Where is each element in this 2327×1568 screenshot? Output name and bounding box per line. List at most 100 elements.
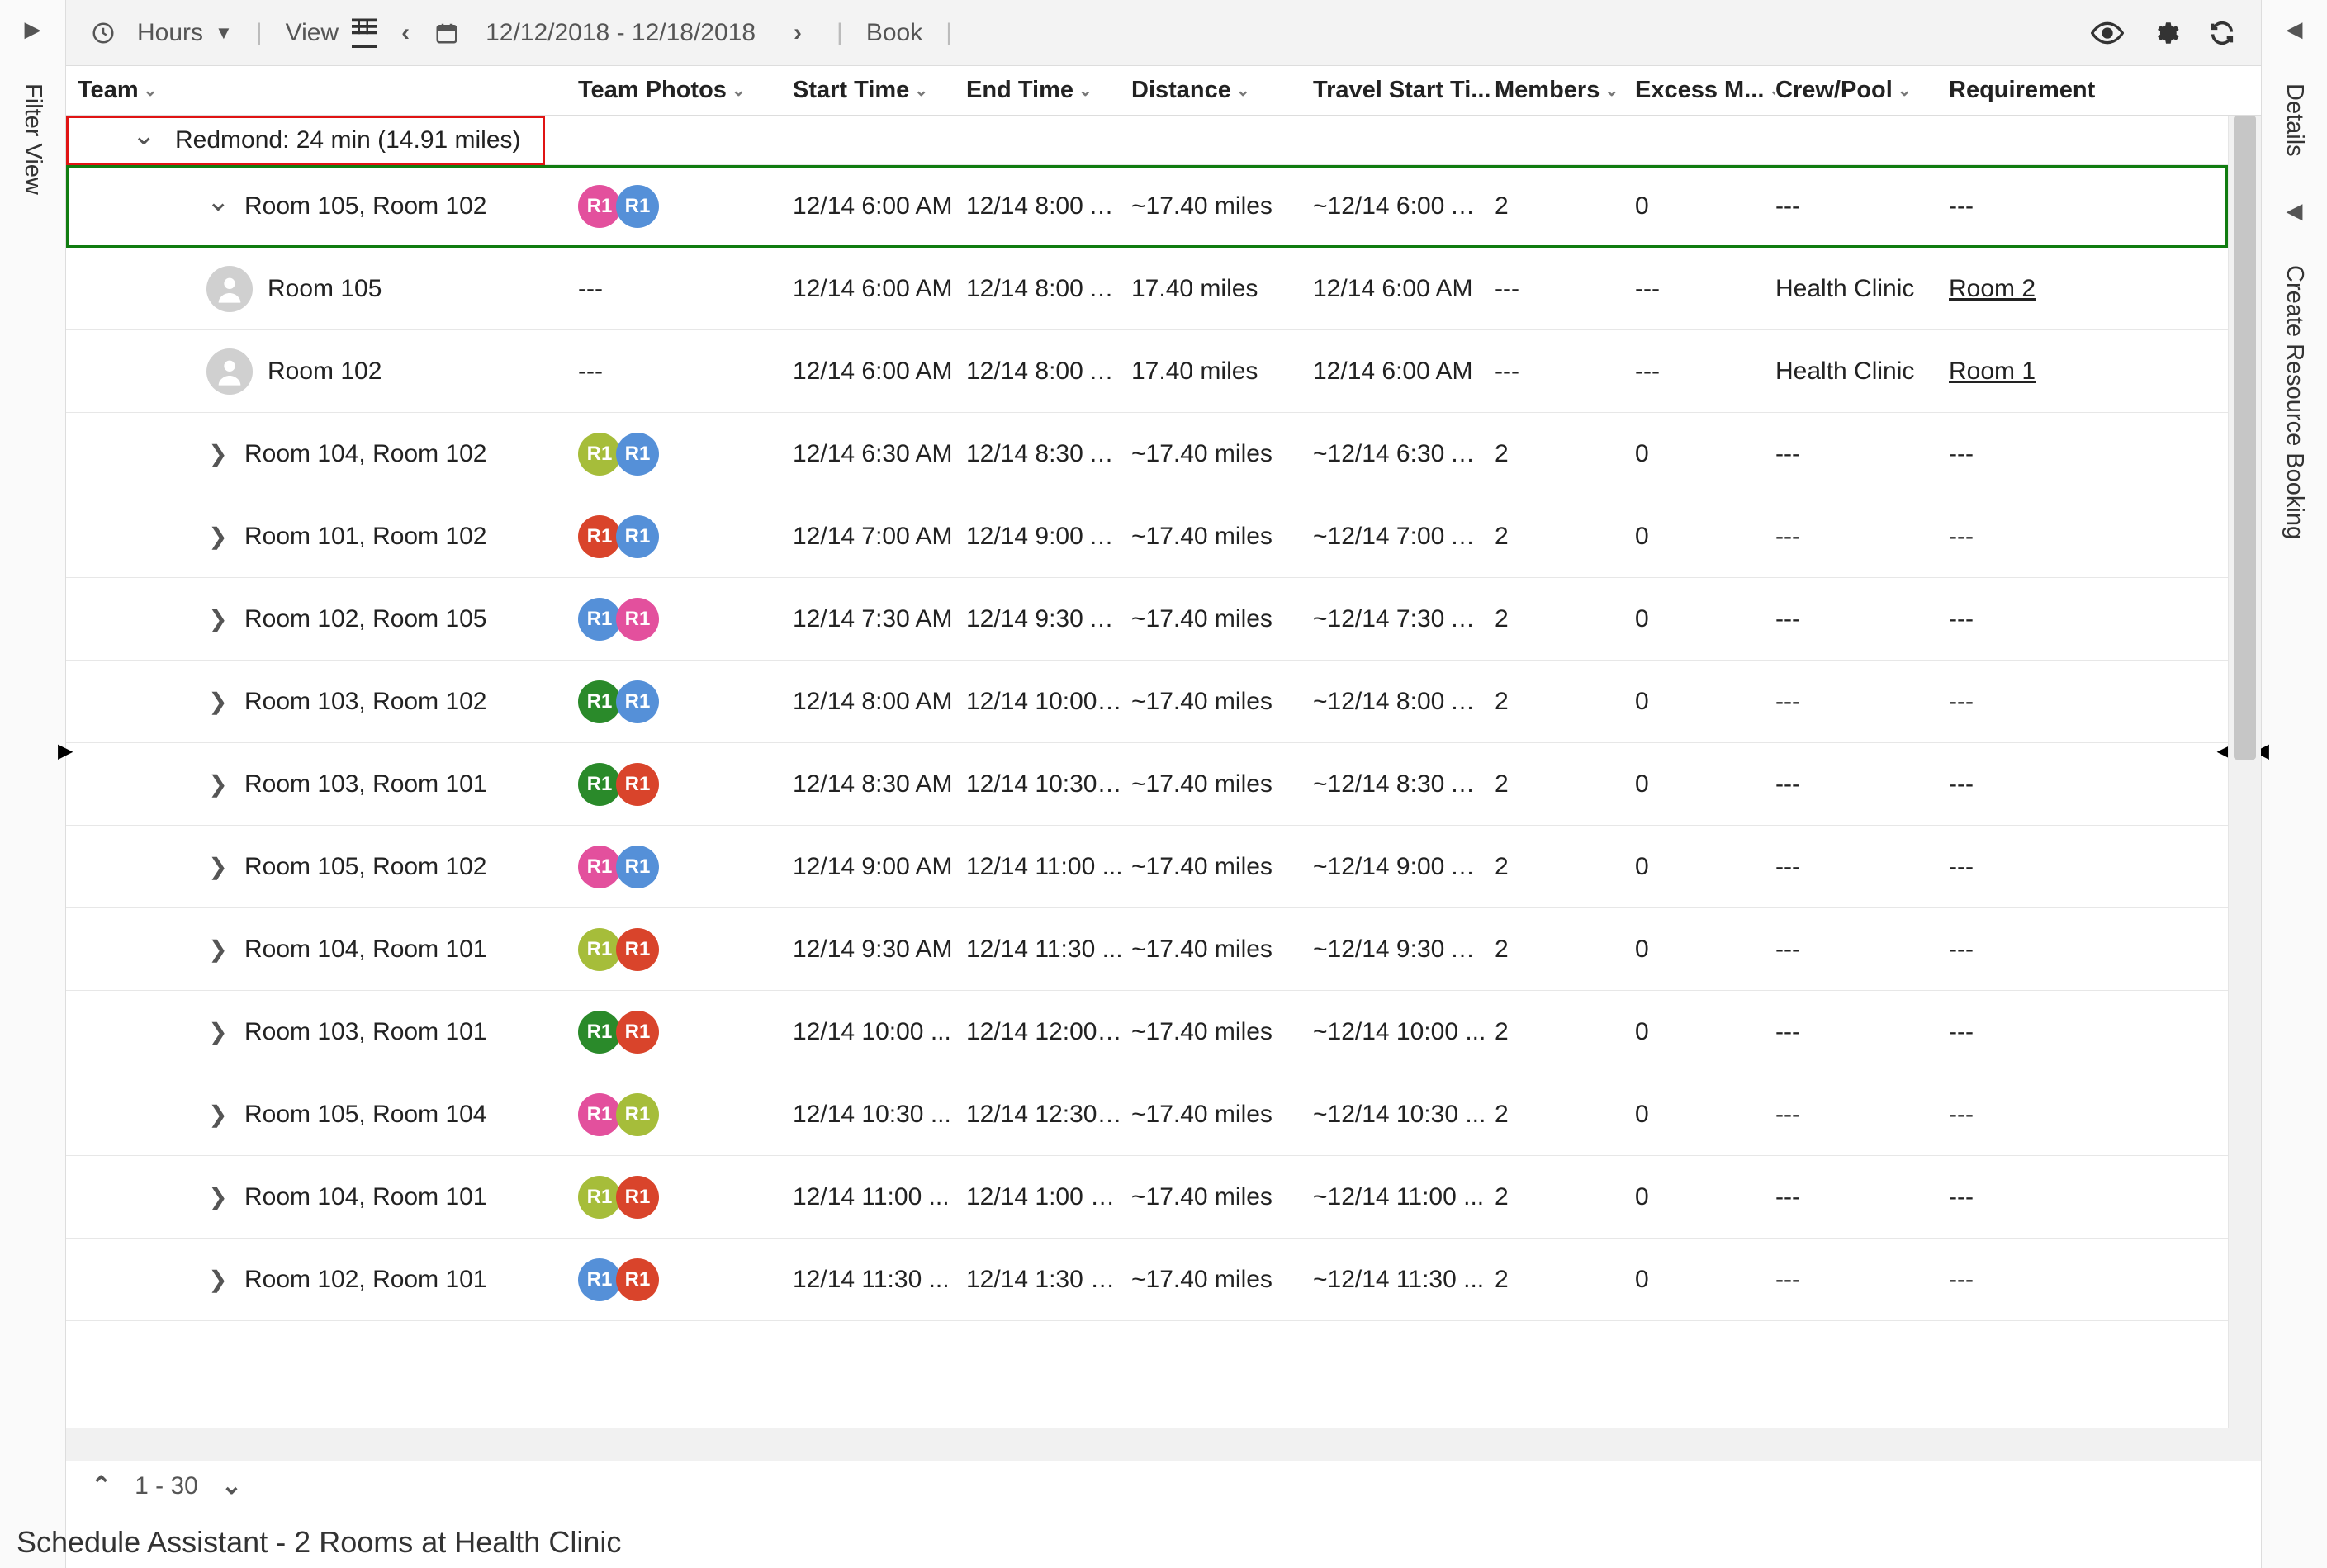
requirement-cell[interactable]: Room 2 (1949, 275, 2097, 303)
table-row[interactable]: Room 102, Room 105R1R112/14 7:30 AM12/14… (66, 578, 2228, 661)
calendar-icon[interactable] (434, 21, 459, 45)
table-row[interactable]: Room 105, Room 102R1R112/14 6:00 AM12/14… (66, 165, 2228, 248)
grid-view-icon[interactable] (352, 18, 377, 48)
team-cell[interactable]: Room 102 (66, 348, 578, 395)
view-label[interactable]: View (286, 19, 339, 47)
expand-left-icon[interactable]: ◀ (2287, 17, 2303, 42)
chevron-right-icon[interactable] (206, 853, 230, 880)
travel-start-cell: ~12/14 11:00 ... (1313, 1183, 1495, 1211)
team-cell[interactable]: Room 103, Room 101 (66, 770, 578, 798)
distance-cell: 17.40 miles (1131, 358, 1313, 386)
travel-start-cell: ~12/14 10:00 ... (1313, 1018, 1495, 1046)
team-cell[interactable]: Room 102, Room 105 (66, 605, 578, 633)
table-row[interactable]: Room 102, Room 101R1R112/14 11:30 ...12/… (66, 1239, 2228, 1321)
col-distance[interactable]: Distance⌄ (1131, 77, 1313, 104)
travel-start-cell: ~12/14 7:30 AM (1313, 605, 1495, 633)
col-start[interactable]: Start Time⌄ (793, 77, 966, 104)
hours-dropdown[interactable]: Hours ▼ (91, 19, 233, 47)
horizontal-scrollbar[interactable] (66, 1428, 2261, 1461)
chevron-right-icon[interactable] (206, 1018, 230, 1045)
chevron-right-icon[interactable] (206, 770, 230, 798)
table-row[interactable]: Room 105---12/14 6:00 AM12/14 8:00 AM17.… (66, 248, 2228, 330)
col-travel[interactable]: Travel Start Ti...⌄ (1313, 77, 1495, 104)
team-cell[interactable]: Room 103, Room 102 (66, 688, 578, 716)
team-photo-badge: R1 (616, 598, 659, 641)
photos-cell: R1R1 (578, 515, 793, 558)
travel-start-cell: ~12/14 7:00 AM (1313, 523, 1495, 551)
table-row[interactable]: Room 105, Room 104R1R112/14 10:30 ...12/… (66, 1073, 2228, 1156)
team-cell[interactable]: Room 105, Room 104 (66, 1101, 578, 1129)
scrollbar-thumb[interactable] (2234, 116, 2256, 760)
col-req[interactable]: Requirement⌄ (1949, 77, 2097, 104)
end-time-cell: 12/14 12:30 ... (966, 1101, 1131, 1129)
team-cell[interactable]: Room 104, Room 101 (66, 1183, 578, 1211)
team-cell[interactable]: Room 105, Room 102 (66, 853, 578, 881)
chevron-right-icon[interactable] (206, 1266, 230, 1293)
prev-range-button[interactable]: ‹ (390, 19, 421, 47)
requirement-cell: --- (1949, 770, 2097, 798)
eye-icon[interactable] (2091, 21, 2124, 45)
team-cell[interactable]: Room 102, Room 101 (66, 1266, 578, 1294)
requirement-link[interactable]: Room 2 (1949, 275, 2036, 302)
chevron-down-icon: ⌄ (1898, 80, 1912, 101)
table-row[interactable]: Room 104, Room 102R1R112/14 6:30 AM12/14… (66, 413, 2228, 495)
group-row-redmond[interactable]: Redmond: 24 min (14.91 miles) (66, 116, 2228, 165)
team-cell[interactable]: Room 101, Room 102 (66, 523, 578, 551)
col-members[interactable]: Members⌄ (1495, 77, 1635, 104)
team-cell[interactable]: Room 105, Room 102 (66, 190, 578, 223)
pager-next-button[interactable]: ⌄ (221, 1471, 242, 1500)
travel-start-cell: ~12/14 10:30 ... (1313, 1101, 1495, 1129)
excess-cell: 0 (1635, 605, 1775, 633)
table-row[interactable]: Room 104, Room 101R1R112/14 11:00 ...12/… (66, 1156, 2228, 1239)
end-time-cell: 12/14 8:00 AM (966, 192, 1131, 220)
table-row[interactable]: Room 101, Room 102R1R112/14 7:00 AM12/14… (66, 495, 2228, 578)
chevron-right-icon[interactable] (206, 1183, 230, 1210)
col-end[interactable]: End Time⌄ (966, 77, 1131, 104)
team-cell[interactable]: Room 105 (66, 266, 578, 312)
table-row[interactable]: Room 103, Room 101R1R112/14 8:30 AM12/14… (66, 743, 2228, 826)
table-row[interactable]: Room 103, Room 102R1R112/14 8:00 AM12/14… (66, 661, 2228, 743)
pager: ⌃ 1 - 30 ⌄ (66, 1461, 2261, 1510)
gear-icon[interactable] (2152, 19, 2180, 47)
filter-view-label[interactable]: Filter View (19, 83, 46, 195)
chevron-right-icon[interactable] (206, 1101, 230, 1128)
left-rail[interactable]: ▶ Filter View (0, 0, 66, 1568)
team-cell[interactable]: Room 103, Room 101 (66, 1018, 578, 1046)
requirement-link[interactable]: Room 1 (1949, 358, 2036, 385)
chevron-right-icon[interactable] (206, 523, 230, 550)
pager-prev-button[interactable]: ⌃ (91, 1471, 111, 1500)
col-excess[interactable]: Excess M...⌄ (1635, 77, 1775, 104)
chevron-right-icon[interactable] (206, 936, 230, 963)
start-time-cell: 12/14 8:30 AM (793, 770, 966, 798)
chevron-down-icon: ⌄ (1078, 80, 1092, 101)
chevron-down-icon[interactable] (206, 190, 230, 223)
table-row[interactable]: Room 105, Room 102R1R112/14 9:00 AM12/14… (66, 826, 2228, 908)
team-photo-badge: R1 (578, 763, 621, 806)
table-row[interactable]: Room 104, Room 101R1R112/14 9:30 AM12/14… (66, 908, 2228, 991)
refresh-icon[interactable] (2208, 19, 2236, 47)
chevron-right-icon[interactable] (206, 605, 230, 632)
chevron-right-icon[interactable] (206, 440, 230, 467)
right-rail[interactable]: ◀ Details ◀ Create Resource Booking (2261, 0, 2327, 1568)
details-label[interactable]: Details (2281, 83, 2308, 157)
team-cell[interactable]: Room 104, Room 101 (66, 936, 578, 964)
book-button[interactable]: Book (866, 19, 922, 47)
table-row[interactable]: Room 103, Room 101R1R112/14 10:00 ...12/… (66, 991, 2228, 1073)
next-range-button[interactable]: › (782, 19, 813, 47)
col-crew[interactable]: Crew/Pool⌄ (1775, 77, 1949, 104)
photos-cell: R1R1 (578, 846, 793, 888)
team-cell[interactable]: Room 104, Room 102 (66, 440, 578, 468)
expand-left-icon-2[interactable]: ◀ (2287, 198, 2303, 224)
team-photo-badge: R1 (578, 598, 621, 641)
end-time-cell: 12/14 11:00 ... (966, 853, 1131, 881)
chevron-down-icon[interactable] (132, 124, 155, 157)
table-row[interactable]: Room 102---12/14 6:00 AM12/14 8:00 AM17.… (66, 330, 2228, 413)
create-booking-label[interactable]: Create Resource Booking (2281, 265, 2308, 539)
chevron-right-icon[interactable] (206, 688, 230, 715)
col-team[interactable]: Team⌄ (66, 77, 578, 104)
expand-right-icon[interactable]: ▶ (25, 17, 41, 42)
col-photos[interactable]: Team Photos⌄ (578, 77, 793, 104)
team-photo-badge: R1 (616, 1093, 659, 1136)
vertical-scrollbar[interactable] (2228, 116, 2261, 1428)
requirement-cell[interactable]: Room 1 (1949, 358, 2097, 386)
